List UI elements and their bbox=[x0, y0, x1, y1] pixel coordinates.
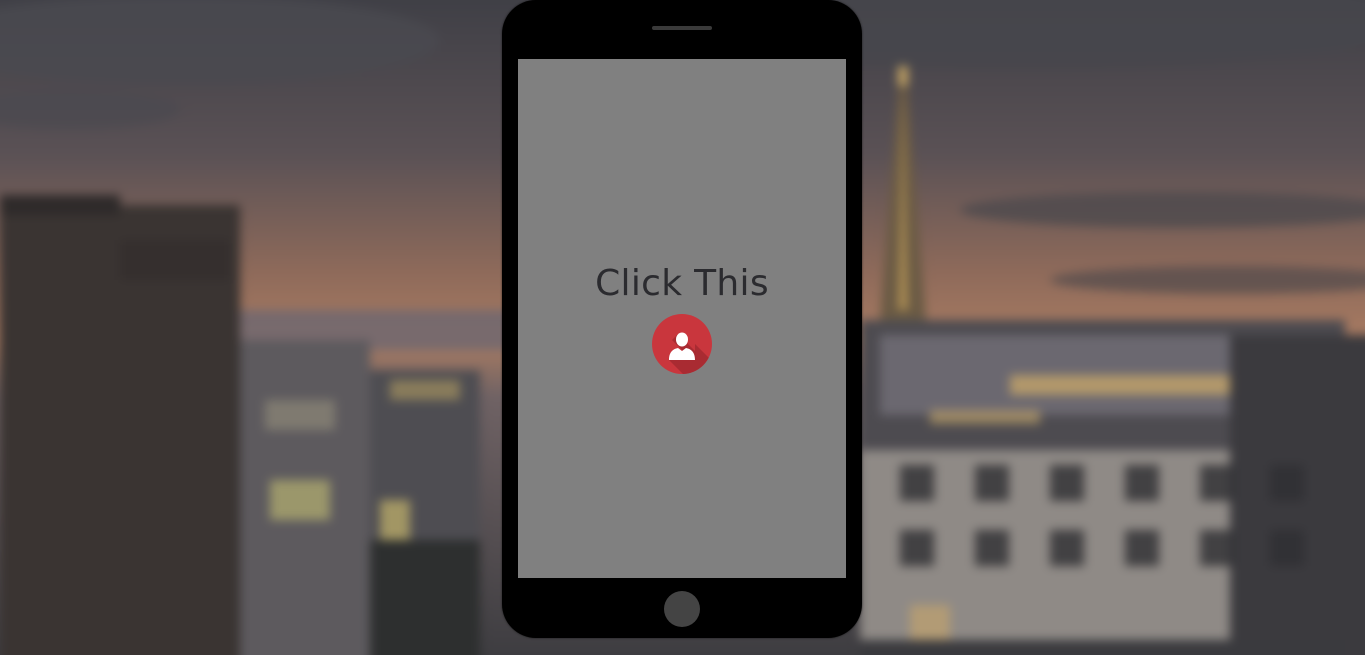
user-icon bbox=[669, 332, 712, 374]
screen-title: Click This bbox=[595, 263, 769, 304]
phone-screen: Click This bbox=[518, 59, 846, 578]
home-button[interactable] bbox=[664, 591, 700, 627]
phone-mockup: Click This bbox=[502, 0, 862, 638]
user-button[interactable] bbox=[652, 314, 712, 374]
phone-speaker bbox=[652, 26, 712, 30]
page: Click This bbox=[0, 0, 1365, 655]
